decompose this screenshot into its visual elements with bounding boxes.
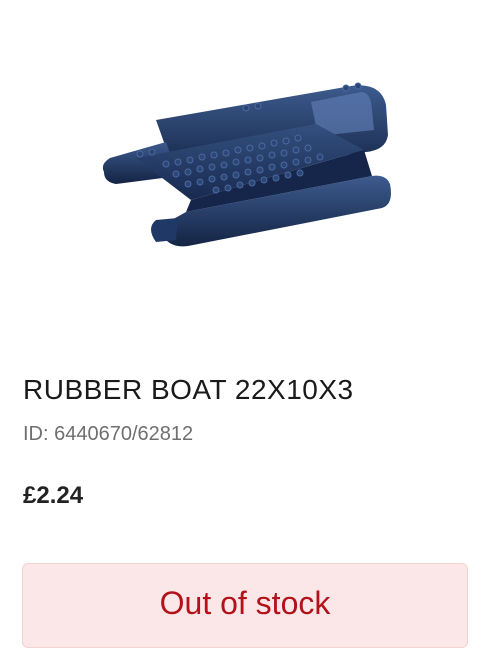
product-price: £2.24 [23, 482, 84, 509]
product-image[interactable] [96, 80, 396, 255]
product-title[interactable]: RUBBER BOAT 22X10X3 [23, 374, 354, 406]
product-id: ID: 6440670/62812 [23, 423, 194, 445]
rubber-boat-icon [102, 82, 391, 247]
out-of-stock-button[interactable]: Out of stock [22, 563, 468, 648]
product-card: RUBBER BOAT 22X10X3 ID: 6440670/62812 £2… [0, 0, 490, 662]
